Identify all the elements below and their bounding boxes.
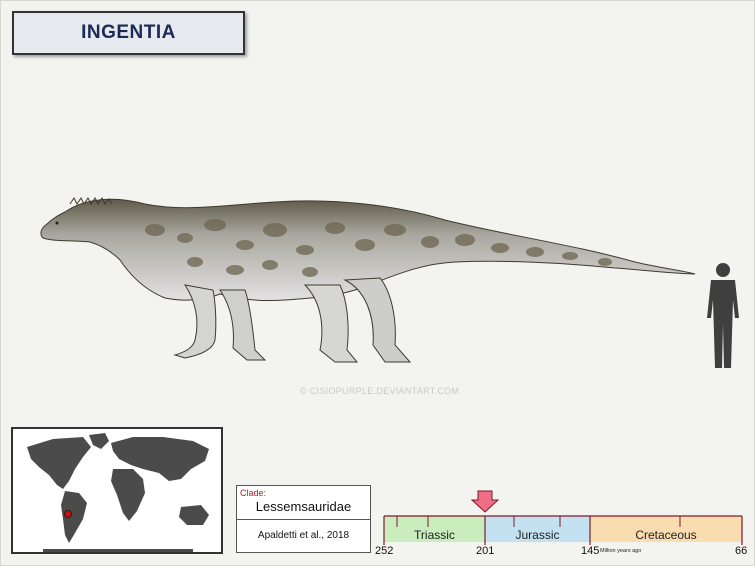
title-panel: INGENTIA <box>12 11 245 55</box>
period-label-jurassic: Jurassic <box>515 528 560 542</box>
location-marker-icon <box>64 510 72 518</box>
period-label-triassic: Triassic <box>414 528 455 542</box>
tick-label-252: 252 <box>375 545 394 557</box>
period-label-cretaceous: Cretaceous <box>635 528 697 542</box>
clade-label: Clade: <box>240 488 267 498</box>
timeline-unit-label: Million years ago <box>600 548 642 554</box>
watermark-text: © CISIOPURPLE.DEVIANTART.COM <box>300 386 460 396</box>
human-scale-icon <box>707 263 739 368</box>
tick-label-201: 201 <box>476 545 495 557</box>
world-map-graphic <box>13 429 221 552</box>
clade-divider <box>237 519 370 520</box>
clade-citation: Apaldetti et al., 2018 <box>257 530 350 541</box>
clade-name: Lessemsauridae <box>255 499 352 514</box>
species-title: INGENTIA <box>81 22 176 43</box>
tick-label-66: 66 <box>735 545 748 557</box>
tick-label-145: 145 <box>581 545 600 557</box>
world-map <box>11 427 223 554</box>
clade-panel: Clade: Lessemsauridae Apaldetti et al., … <box>236 485 371 553</box>
dinosaur-illustration <box>40 197 696 363</box>
